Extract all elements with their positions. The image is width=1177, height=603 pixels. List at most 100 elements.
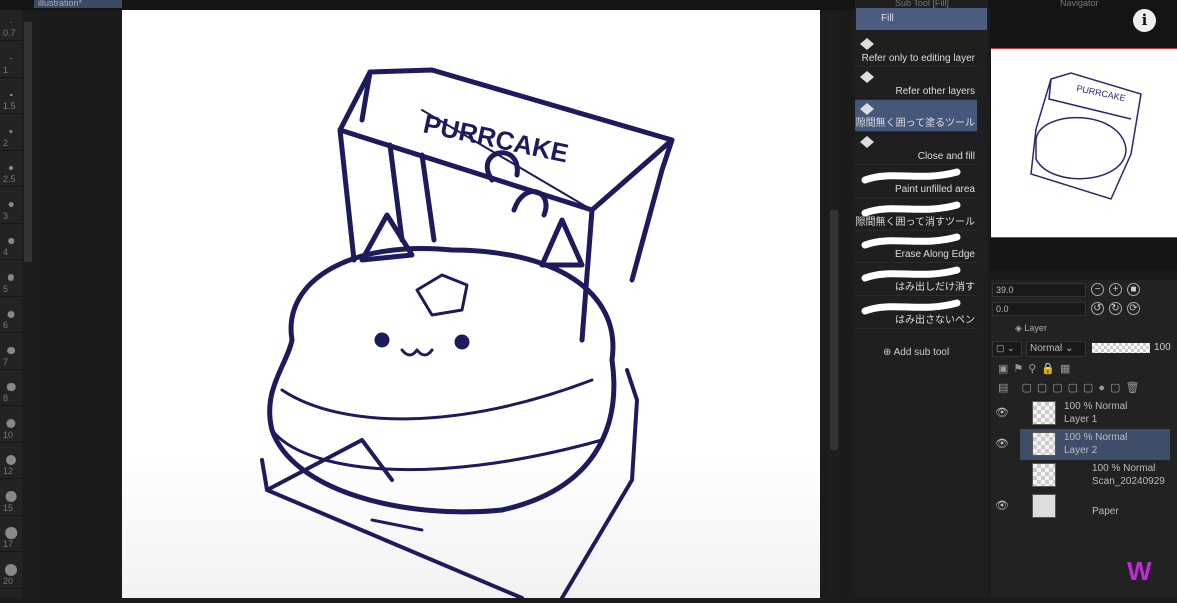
zoom-in-icon[interactable]: +	[1109, 283, 1122, 296]
layer-thumbnail	[1032, 463, 1056, 487]
fill-bucket-icon	[859, 70, 875, 83]
brush-dot-icon	[9, 129, 13, 134]
brush-dot-icon	[10, 57, 12, 60]
layer-row[interactable]: 👁 Paper	[995, 491, 1170, 522]
subtool-item[interactable]: Erase Along Edge	[855, 231, 977, 264]
info-icon[interactable]: i	[1133, 9, 1156, 32]
brush-size-label: 2	[3, 137, 9, 148]
layers-icon: ◈	[1015, 323, 1025, 333]
subtool-item[interactable]: Close and fill	[855, 133, 977, 166]
brush-size-label: 1	[3, 64, 9, 75]
layer-toolbar-icons[interactable]: ▣⚑⚲🔒▦	[998, 362, 1075, 375]
brush-dot-icon	[5, 491, 17, 502]
brush-size-label: 12	[3, 466, 14, 476]
brush-size-option[interactable]: 6	[0, 302, 22, 333]
fill-bucket-icon	[859, 136, 875, 149]
visibility-eye-icon[interactable]: 👁	[995, 499, 1009, 512]
brush-size-option[interactable]: 5	[0, 266, 22, 297]
brush-size-option[interactable]: 10	[0, 412, 22, 443]
blend-mode-select[interactable]: Normal ⌄	[1026, 341, 1086, 357]
subtool-item[interactable]: はみ出さないペン	[855, 297, 977, 329]
rotate-left-icon[interactable]: ↺	[1091, 302, 1104, 315]
layer-mode: 100 % Normal	[1092, 463, 1156, 474]
subtool-item[interactable]: Refer only to editing layer	[855, 35, 977, 67]
subtool-label: Erase Along Edge	[894, 249, 975, 261]
layer-mode: 100 % Normal	[1064, 432, 1128, 443]
layer-name: Layer 1	[1064, 414, 1098, 425]
brush-size-label: 5	[3, 283, 9, 294]
layer-thumbnail	[1032, 401, 1056, 425]
subtool-label: はみ出さないペン	[895, 314, 975, 326]
brush-dot-icon	[7, 346, 15, 355]
layer-name: Layer 2	[1064, 445, 1098, 456]
brush-size-option[interactable]: 1	[0, 47, 22, 78]
brush-dot-icon	[6, 455, 16, 465]
drawing-canvas[interactable]: PURRCAKE	[122, 10, 820, 600]
brush-size-option[interactable]: 8	[0, 375, 22, 406]
layer-row[interactable]: 👁 100 % Normal Layer 2	[995, 429, 1170, 460]
preview-label: PURRCAKE	[1076, 83, 1127, 103]
subtool-label: Refer only to editing layer	[861, 53, 975, 64]
visibility-eye-icon[interactable]: 👁	[995, 406, 1009, 419]
subtool-panel-title: Sub Tool [Fill]	[895, 0, 949, 8]
brush-size-label: 10	[3, 429, 14, 440]
navigator-preview[interactable]: PURRCAKE	[991, 48, 1177, 238]
cat-cake-drawing: PURRCAKE	[260, 67, 675, 600]
subtool-item[interactable]: 隙間無く囲って塗るツール	[855, 100, 977, 133]
subtool-item[interactable]: Refer other layers	[855, 68, 977, 100]
subtool-item[interactable]: はみ出しだけ消す	[855, 264, 977, 296]
opacity-value[interactable]: 100	[1154, 342, 1171, 353]
fit-icon[interactable]: ■	[1127, 283, 1140, 296]
brush-dot-icon	[7, 310, 15, 318]
zoom-out-icon[interactable]: −	[1091, 283, 1104, 296]
layer-thumbnail	[1032, 432, 1056, 456]
rotate-right-icon[interactable]: ↻	[1109, 302, 1122, 315]
scroll-thumb[interactable]	[24, 22, 32, 262]
brush-size-option[interactable]: 0.7	[0, 10, 22, 41]
zoom-field[interactable]: 39.0	[992, 283, 1086, 297]
brush-size-label: 8	[3, 393, 9, 403]
layer-row[interactable]: 👁 100 % Normal Layer 1	[995, 398, 1170, 429]
brush-size-label: 0.7	[3, 28, 16, 38]
add-subtool-button[interactable]: ⊕ Add sub tool	[883, 347, 949, 358]
brush-size-option[interactable]: 3	[0, 193, 22, 224]
brush-size-option[interactable]: 17	[0, 521, 22, 552]
layer-panel: 39.0 0.0 − + ■ ↺ ↻ ⟳ ◈ Layer ▢ ⌄ Normal …	[990, 280, 1177, 598]
brush-dot-icon	[9, 166, 13, 170]
color-swatch-dropdown[interactable]: ▢ ⌄	[992, 341, 1022, 357]
brush-size-label: 2.5	[3, 174, 16, 184]
box-label-text: PURRCAKE	[421, 109, 571, 169]
brush-size-option[interactable]: 20	[0, 558, 22, 589]
brush-dot-icon	[5, 527, 17, 539]
brush-size-option[interactable]: 7	[0, 339, 22, 370]
opacity-slider[interactable]	[1092, 343, 1150, 353]
brush-size-option[interactable]: 2	[0, 120, 22, 151]
brush-size-option[interactable]: 15	[0, 485, 22, 516]
reset-rotation-icon[interactable]: ⟳	[1127, 302, 1140, 315]
subtool-label: Close and fill	[917, 151, 975, 163]
brush-dot-icon	[8, 202, 14, 207]
document-tab[interactable]: illustration*	[34, 0, 122, 8]
brush-dot-icon	[9, 93, 13, 97]
rotation-field[interactable]: 0.0	[992, 302, 1086, 316]
layer-row[interactable]: 100 % Normal Scan_20240929	[1020, 460, 1170, 491]
plus-icon: ⊕	[883, 347, 894, 358]
brush-dot-icon	[6, 418, 16, 429]
brush-size-label: 1.5	[3, 101, 16, 111]
brush-size-option[interactable]: 1.5	[0, 83, 22, 114]
brush-size-option[interactable]: 2.5	[0, 156, 22, 187]
subtool-item[interactable]: Paint unfilled area	[855, 166, 977, 198]
brush-dot-icon	[5, 563, 17, 576]
navigator-title: Navigator	[1060, 0, 1099, 8]
visibility-eye-icon[interactable]: 👁	[995, 437, 1009, 450]
brush-size-label: 7	[3, 356, 9, 367]
layer-name: Paper	[1092, 506, 1119, 517]
scroll-thumb[interactable]	[830, 210, 838, 450]
subtool-label: はみ出しだけ消す	[895, 281, 975, 293]
brush-size-option[interactable]: 12	[0, 448, 22, 479]
subtool-group-fill[interactable]: Fill	[856, 8, 987, 30]
layer-action-icons[interactable]: ▤ ▢▢▢▢▢●▢🗑	[998, 381, 1144, 394]
tab-layer[interactable]: ◈ Layer	[1015, 323, 1047, 334]
subtool-item[interactable]: 隙間無く囲って消すツール	[855, 199, 977, 231]
brush-size-option[interactable]: 4	[0, 229, 22, 260]
